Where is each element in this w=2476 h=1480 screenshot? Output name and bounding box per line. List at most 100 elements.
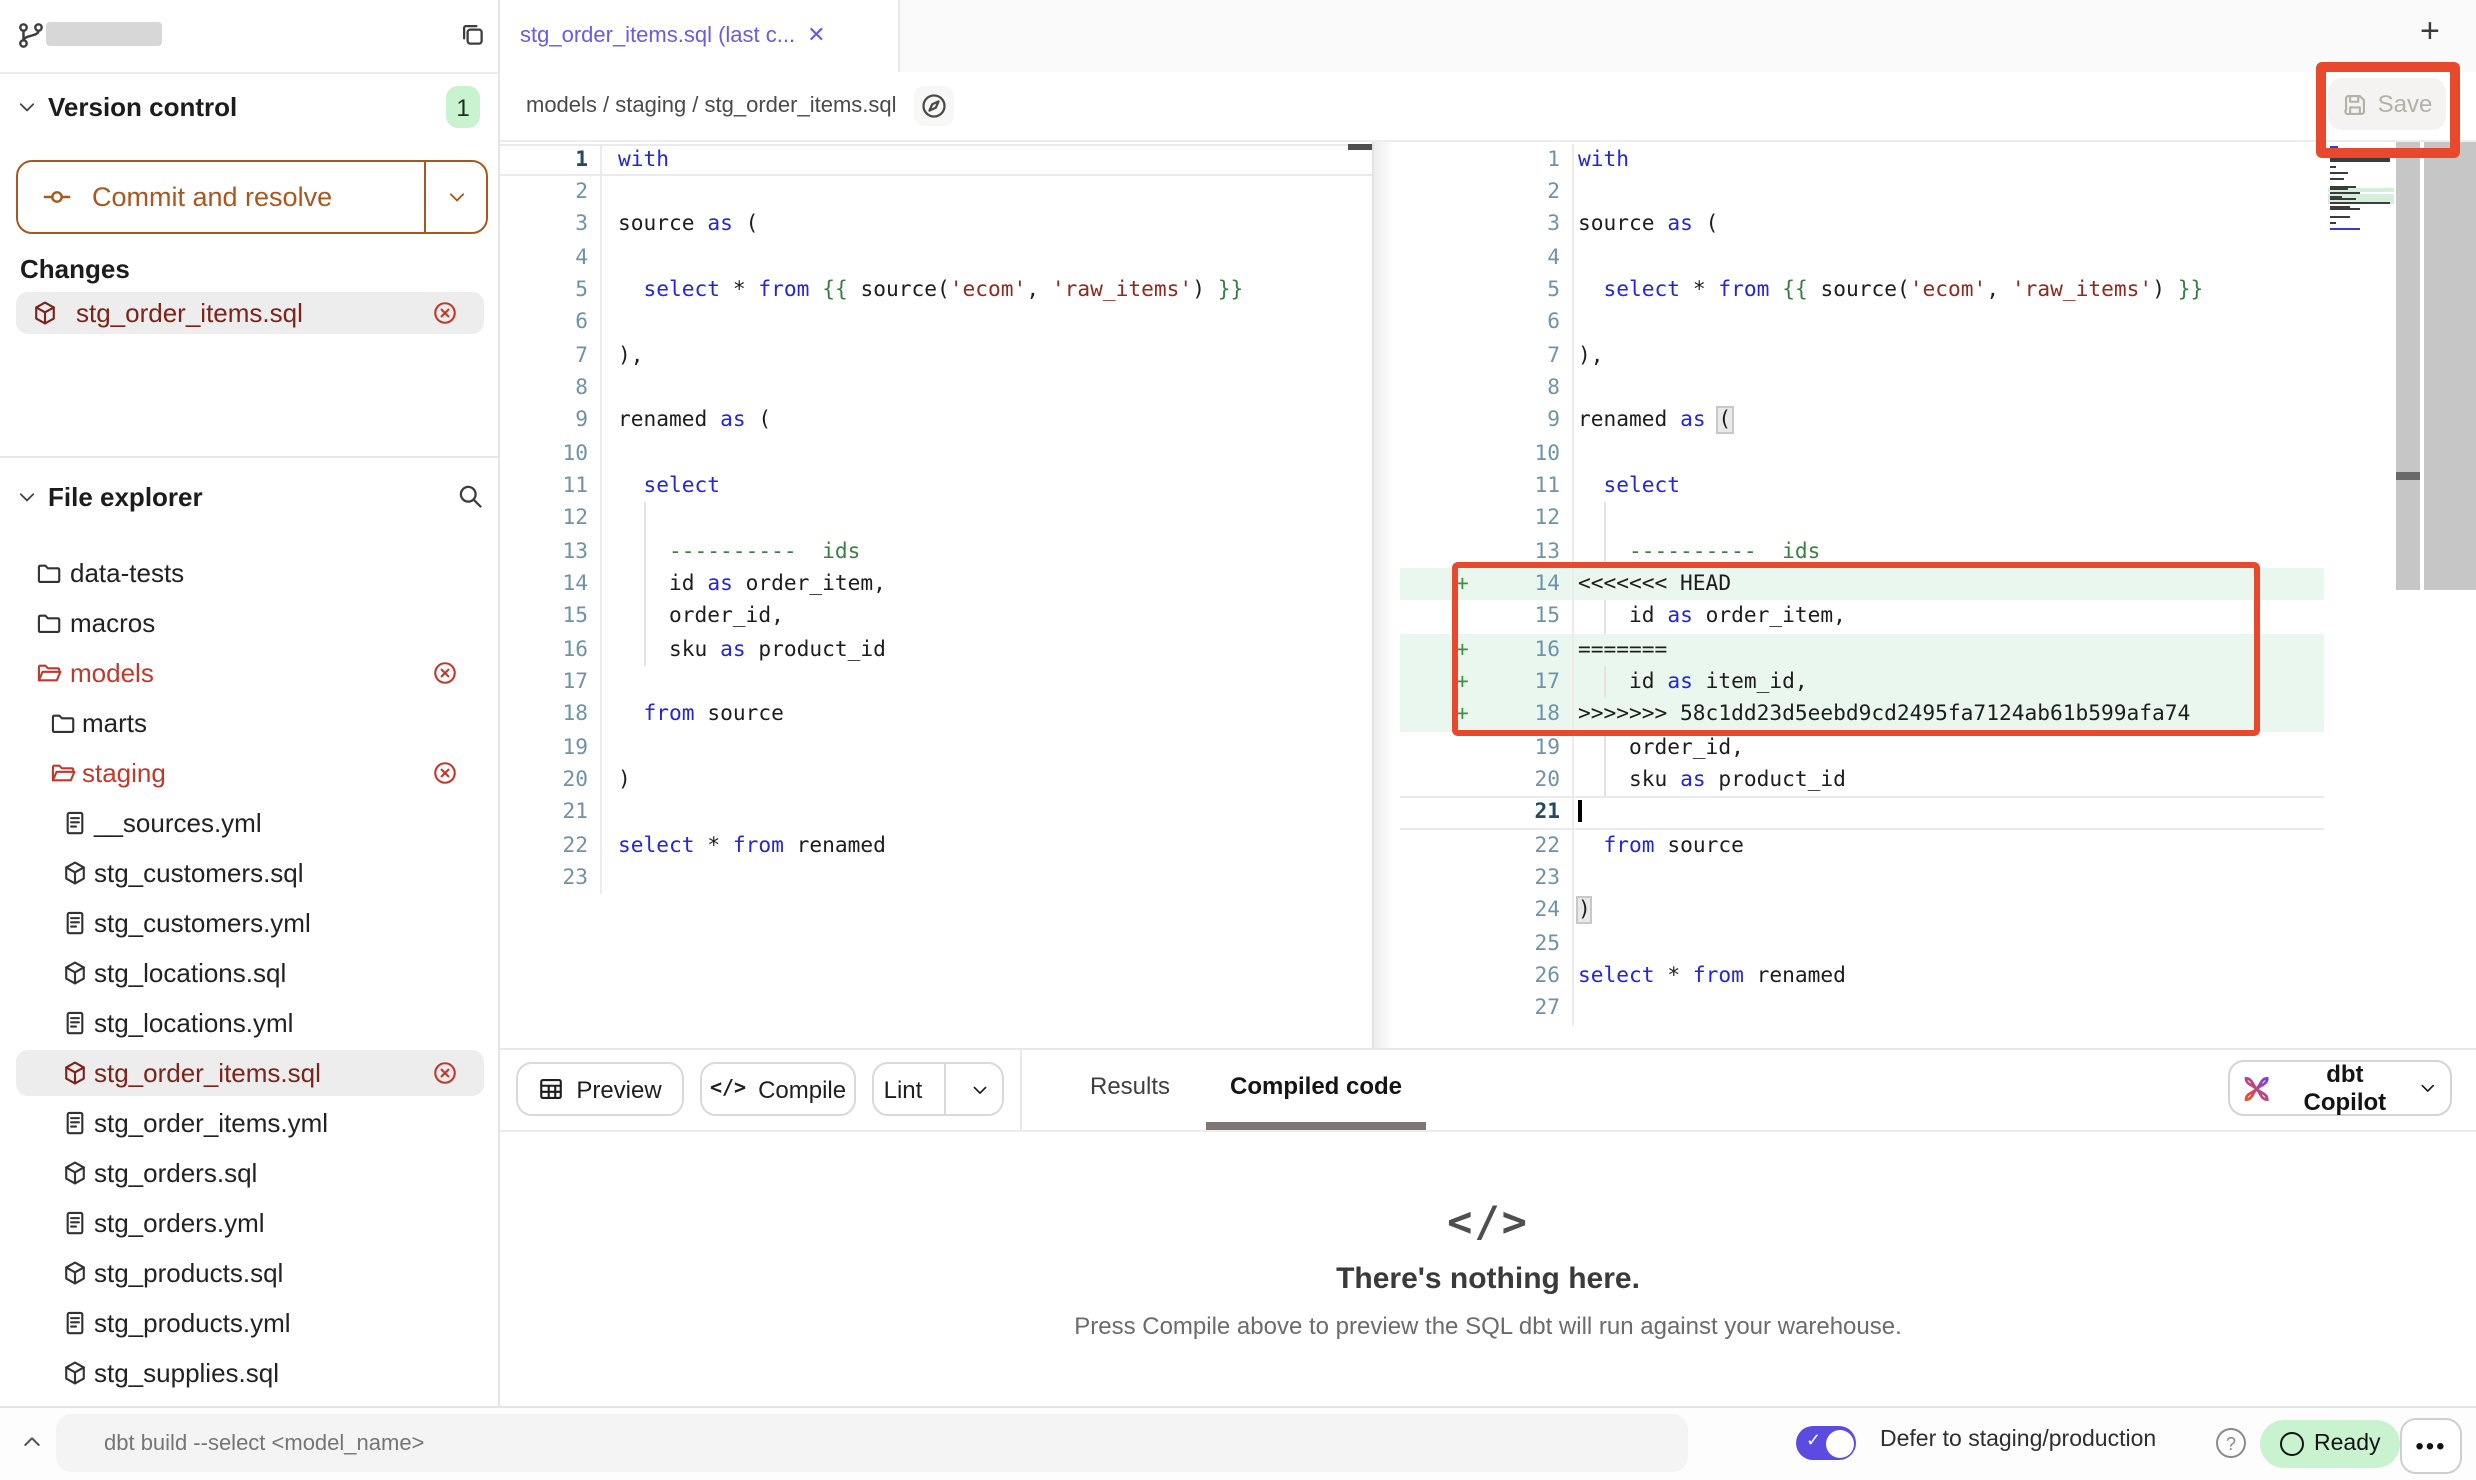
- code-line-19[interactable]: 19: [500, 731, 1372, 764]
- code-line-16[interactable]: 16 sku as product_id: [500, 633, 1372, 666]
- discard-change-icon[interactable]: [432, 660, 458, 686]
- code-line-14[interactable]: 14 id as order_item,: [500, 568, 1372, 601]
- code-line-22[interactable]: 22select * from renamed: [500, 829, 1372, 862]
- lineage-icon[interactable]: [915, 85, 955, 125]
- copy-icon[interactable]: [458, 20, 486, 48]
- minimap-scrollbar[interactable]: [2396, 141, 2420, 589]
- code-line-6[interactable]: 6: [500, 306, 1372, 339]
- discard-change-icon[interactable]: [432, 300, 458, 326]
- chevron-down-icon[interactable]: [958, 1064, 1002, 1114]
- code-line-17[interactable]: +17 id as item_id,: [1400, 666, 2324, 699]
- tab-close-icon[interactable]: ✕: [807, 23, 825, 49]
- version-control-title[interactable]: Version control: [48, 92, 237, 122]
- file-tree-item-models[interactable]: models: [0, 648, 498, 698]
- file-tree-item-stg-orders-yml[interactable]: stg_orders.yml: [0, 1198, 498, 1248]
- code-line-24[interactable]: 24): [1400, 895, 2324, 928]
- code-line-10[interactable]: 10: [1400, 437, 2324, 470]
- code-line-12[interactable]: 12: [1400, 503, 2324, 536]
- code-line-13[interactable]: 13 ---------- ids: [1400, 535, 2324, 568]
- code-line-9[interactable]: 9renamed as (: [1400, 405, 2324, 438]
- chevron-up-icon[interactable]: [20, 1430, 44, 1454]
- code-line-7[interactable]: 7),: [1400, 339, 2324, 372]
- code-line-22[interactable]: 22 from source: [1400, 829, 2324, 862]
- minimap-scroll-thumb[interactable]: [2396, 471, 2420, 479]
- dbt-copilot-button[interactable]: dbt Copilot: [2228, 1060, 2452, 1116]
- code-line-15[interactable]: 15 id as order_item,: [1400, 601, 2324, 634]
- discard-change-icon[interactable]: [432, 1060, 458, 1086]
- code-line-5[interactable]: 5 select * from {{ source('ecom', 'raw_i…: [500, 274, 1372, 307]
- file-tree-item-data-tests[interactable]: data-tests: [0, 548, 498, 598]
- file-tree-item-stg-order-items-yml[interactable]: stg_order_items.yml: [0, 1098, 498, 1148]
- code-line-13[interactable]: 13 ---------- ids: [500, 535, 1372, 568]
- help-icon[interactable]: ?: [2216, 1428, 2246, 1458]
- file-tree-item-stg-customers-sql[interactable]: stg_customers.sql: [0, 848, 498, 898]
- code-line-23[interactable]: 23: [500, 862, 1372, 895]
- code-line-17[interactable]: 17: [500, 666, 1372, 699]
- discard-change-icon[interactable]: [432, 760, 458, 786]
- file-tree-item-staging[interactable]: staging: [0, 748, 498, 798]
- code-line-19[interactable]: 19 order_id,: [1400, 731, 2324, 764]
- code-line-11[interactable]: 11 select: [1400, 470, 2324, 503]
- file-tree-item-stg-locations-yml[interactable]: stg_locations.yml: [0, 998, 498, 1048]
- code-line-1[interactable]: 1with: [1400, 143, 2324, 176]
- file-tree-item-stg-products-yml[interactable]: stg_products.yml: [0, 1298, 498, 1348]
- file-tree-item-stg-products-sql[interactable]: stg_products.sql: [0, 1248, 498, 1298]
- changed-file-row[interactable]: stg_order_items.sql: [0, 290, 498, 336]
- code-line-26[interactable]: 26select * from renamed: [1400, 960, 2324, 993]
- file-tree-item-stg-locations-sql[interactable]: stg_locations.sql: [0, 948, 498, 998]
- editor-pane-original[interactable]: 1with23source as (45 select * from {{ so…: [500, 141, 1372, 1048]
- code-line-11[interactable]: 11 select: [500, 470, 1372, 503]
- chevron-down-icon[interactable]: [16, 96, 38, 118]
- file-tree-item-marts[interactable]: marts: [0, 698, 498, 748]
- file-explorer-title[interactable]: File explorer: [48, 482, 203, 512]
- code-line-18[interactable]: 18 from source: [500, 699, 1372, 732]
- code-line-25[interactable]: 25: [1400, 928, 2324, 961]
- file-tree-item-macros[interactable]: macros: [0, 598, 498, 648]
- code-line-3[interactable]: 3source as (: [500, 208, 1372, 241]
- code-line-2[interactable]: 2: [500, 176, 1372, 209]
- preview-button[interactable]: Preview: [516, 1062, 684, 1116]
- commit-and-resolve-button[interactable]: Commit and resolve: [16, 160, 488, 234]
- defer-toggle[interactable]: ✓: [1796, 1426, 1856, 1460]
- code-line-10[interactable]: 10: [500, 437, 1372, 470]
- code-line-21[interactable]: 21: [1400, 797, 2324, 830]
- code-line-7[interactable]: 7),: [500, 339, 1372, 372]
- lint-button[interactable]: Lint: [872, 1062, 1004, 1116]
- code-line-3[interactable]: 3source as (: [1400, 208, 2324, 241]
- code-line-12[interactable]: 12: [500, 503, 1372, 536]
- command-input[interactable]: [56, 1414, 1688, 1472]
- save-button[interactable]: Save: [2328, 78, 2446, 130]
- code-line-16[interactable]: +16=======: [1400, 633, 2324, 666]
- status-badge[interactable]: Ready: [2260, 1420, 2401, 1468]
- minimap[interactable]: [2328, 145, 2394, 234]
- file-tree-item-stg-order-items-sql[interactable]: stg_order_items.sql: [0, 1048, 498, 1098]
- code-line-18[interactable]: +18>>>>>>> 58c1dd23d5eebd9cd2495fa7124ab…: [1400, 699, 2324, 732]
- code-line-8[interactable]: 8: [500, 372, 1372, 405]
- tab-results[interactable]: Results: [1090, 1072, 1170, 1100]
- code-line-20[interactable]: 20): [500, 764, 1372, 797]
- code-line-8[interactable]: 8: [1400, 372, 2324, 405]
- code-line-2[interactable]: 2: [1400, 176, 2324, 209]
- commit-options-caret[interactable]: [424, 162, 486, 232]
- tab-compiled-code[interactable]: Compiled code: [1230, 1072, 1402, 1100]
- chevron-down-icon[interactable]: [16, 486, 38, 508]
- file-tree-item-stg-orders-sql[interactable]: stg_orders.sql: [0, 1148, 498, 1198]
- file-tree-item-stg-customers-yml[interactable]: stg_customers.yml: [0, 898, 498, 948]
- code-line-5[interactable]: 5 select * from {{ source('ecom', 'raw_i…: [1400, 274, 2324, 307]
- search-icon[interactable]: [456, 482, 484, 510]
- code-line-20[interactable]: 20 sku as product_id: [1400, 764, 2324, 797]
- editor-pane-working[interactable]: 1with23source as (45 select * from {{ so…: [1400, 141, 2324, 1048]
- tab-stg-order-items[interactable]: stg_order_items.sql (last c... ✕: [500, 0, 900, 71]
- code-line-23[interactable]: 23: [1400, 862, 2324, 895]
- code-line-4[interactable]: 4: [500, 241, 1372, 274]
- code-line-14[interactable]: +14<<<<<<< HEAD: [1400, 568, 2324, 601]
- file-tree-item-stg-supplies-sql[interactable]: stg_supplies.sql: [0, 1348, 498, 1398]
- left-scrollbar-thumb[interactable]: [1348, 143, 1372, 149]
- code-line-9[interactable]: 9renamed as (: [500, 405, 1372, 438]
- code-line-4[interactable]: 4: [1400, 241, 2324, 274]
- file-tree-item--sources-yml[interactable]: __sources.yml: [0, 798, 498, 848]
- code-line-1[interactable]: 1with: [500, 143, 1372, 176]
- code-line-6[interactable]: 6: [1400, 306, 2324, 339]
- code-line-27[interactable]: 27: [1400, 993, 2324, 1026]
- code-line-21[interactable]: 21: [500, 797, 1372, 830]
